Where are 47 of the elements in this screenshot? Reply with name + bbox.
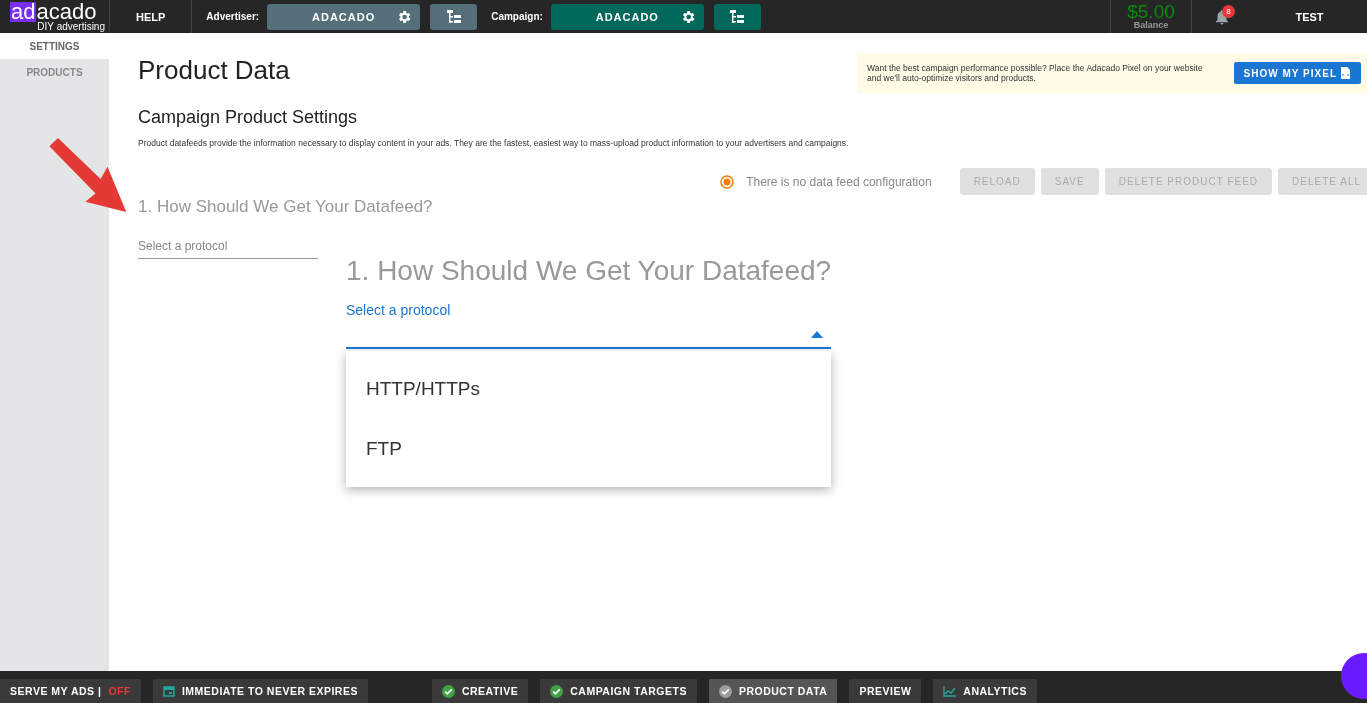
document-icon xyxy=(1340,67,1351,79)
logo-tagline: DIY advertising xyxy=(37,21,105,32)
step-heading: 1. How Should We Get Your Datafeed? xyxy=(138,197,434,217)
step-tab[interactable]: ANALYTICS xyxy=(933,679,1037,703)
balance-amount: $5.00 xyxy=(1127,3,1175,20)
serve-ads-toggle[interactable]: SERVE MY ADS | OFF xyxy=(0,679,141,703)
selector-button[interactable]: ADACADO xyxy=(267,3,421,30)
show-pixel-button[interactable]: SHOW MY PIXEL xyxy=(1233,62,1361,84)
notification-badge: 8 xyxy=(1222,4,1235,18)
page-title: Product Data xyxy=(138,55,290,86)
selector-label: Campaign: xyxy=(491,11,543,22)
status-radio-icon xyxy=(720,174,735,189)
help-link[interactable]: HELP xyxy=(110,0,193,33)
step-heading: 1. How Should We Get Your Datafeed? xyxy=(346,255,831,287)
serve-ads-label: SERVE MY ADS | xyxy=(10,685,102,697)
section-title: Campaign Product Settings xyxy=(138,107,359,128)
calendar-icon xyxy=(162,685,175,697)
check-icon xyxy=(550,684,564,698)
selector-button[interactable]: ADACADO xyxy=(550,3,704,30)
serve-ads-state: OFF xyxy=(108,685,131,697)
hierarchy-icon xyxy=(729,9,746,24)
check-icon xyxy=(718,684,732,698)
sidebar-item[interactable]: SETTINGS xyxy=(0,33,109,59)
hierarchy-button[interactable] xyxy=(713,3,761,30)
banner-text: Want the best campaign performance possible? Place the Adacado Pixel on your website and we'll auto-optimize visitors and products. xyxy=(867,63,1204,83)
user-menu[interactable]: TEST xyxy=(1252,10,1367,23)
status-text: There is no data feed configuration xyxy=(746,174,932,189)
check-icon xyxy=(441,684,455,698)
settings-icon xyxy=(396,8,413,25)
description-text: Product datafeeds provide the information necessary to display content in your ads. They are the fastest, easiest way to mass-upload product information to your advertisers and campaigns. xyxy=(138,138,850,148)
step-tab[interactable]: PREVIEW xyxy=(849,679,922,703)
line-chart-icon xyxy=(943,685,957,697)
schedule-button[interactable]: IMMEDIATE TO NEVER EXPIRES xyxy=(152,679,368,703)
selector-label: Advertiser: xyxy=(206,11,260,22)
hierarchy-icon xyxy=(445,9,462,24)
step-tab[interactable]: CAMPAIGN TARGETS xyxy=(540,679,697,703)
step-tab[interactable]: PRODUCT DATA xyxy=(708,679,838,703)
step-tab[interactable]: CREATIVE xyxy=(431,679,529,703)
protocol-select[interactable]: Select a protocol xyxy=(138,239,318,259)
dropdown-option[interactable]: HTTP/HTTPs xyxy=(346,359,831,419)
balance-label: Balance xyxy=(1133,19,1169,30)
logo-mark: ad xyxy=(10,1,37,22)
caret-icon xyxy=(811,331,823,338)
logo-text: acado xyxy=(36,1,97,22)
hierarchy-button[interactable] xyxy=(430,3,478,30)
dropdown-option[interactable]: FTP xyxy=(346,419,831,479)
protocol-select[interactable]: Select a protocol xyxy=(346,301,831,349)
